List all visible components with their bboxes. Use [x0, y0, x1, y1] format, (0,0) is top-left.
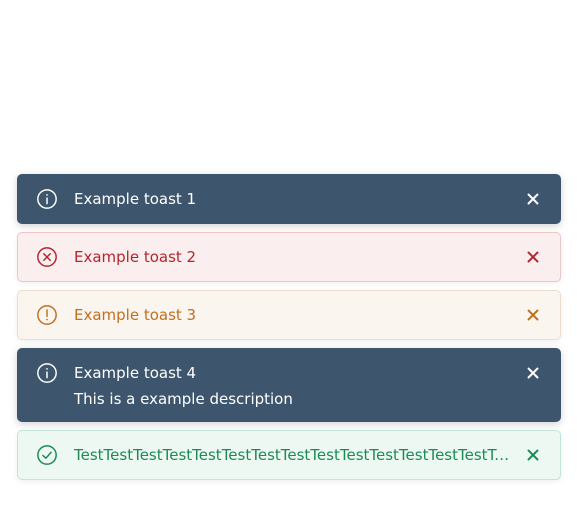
toast-title: Example toast 2	[74, 248, 197, 266]
toast-title: TestTestTestTestTestTestTestTestTestTest…	[74, 446, 512, 464]
warning-circle-icon	[36, 304, 58, 326]
info-icon	[36, 188, 58, 210]
check-circle-icon	[36, 444, 58, 466]
toast-content: Example toast 4 This is a example descri…	[74, 361, 512, 411]
error-circle-icon	[36, 246, 58, 268]
toast-info: Example toast 1	[17, 174, 561, 224]
toast-success: TestTestTestTestTestTestTestTestTestTest…	[17, 430, 561, 480]
toast-content: TestTestTestTestTestTestTestTestTestTest…	[74, 443, 512, 467]
toast-title: Example toast 4	[74, 364, 197, 382]
toast-warning: Example toast 3	[17, 290, 561, 340]
toast-content: Example toast 2	[74, 245, 512, 269]
toast-stack: Example toast 1 Example toast 2 Example …	[17, 174, 561, 480]
close-icon[interactable]	[524, 364, 542, 382]
close-icon[interactable]	[524, 190, 542, 208]
toast-content: Example toast 1	[74, 187, 512, 211]
close-icon[interactable]	[524, 248, 542, 266]
toast-info-with-description: Example toast 4 This is a example descri…	[17, 348, 561, 422]
info-icon	[36, 362, 58, 384]
toast-error: Example toast 2	[17, 232, 561, 282]
toast-content: Example toast 3	[74, 303, 512, 327]
toast-title: Example toast 3	[74, 306, 197, 324]
toast-title: Example toast 1	[74, 190, 197, 208]
toast-description: This is a example description	[74, 390, 293, 408]
close-icon[interactable]	[524, 306, 542, 324]
close-icon[interactable]	[524, 446, 542, 464]
